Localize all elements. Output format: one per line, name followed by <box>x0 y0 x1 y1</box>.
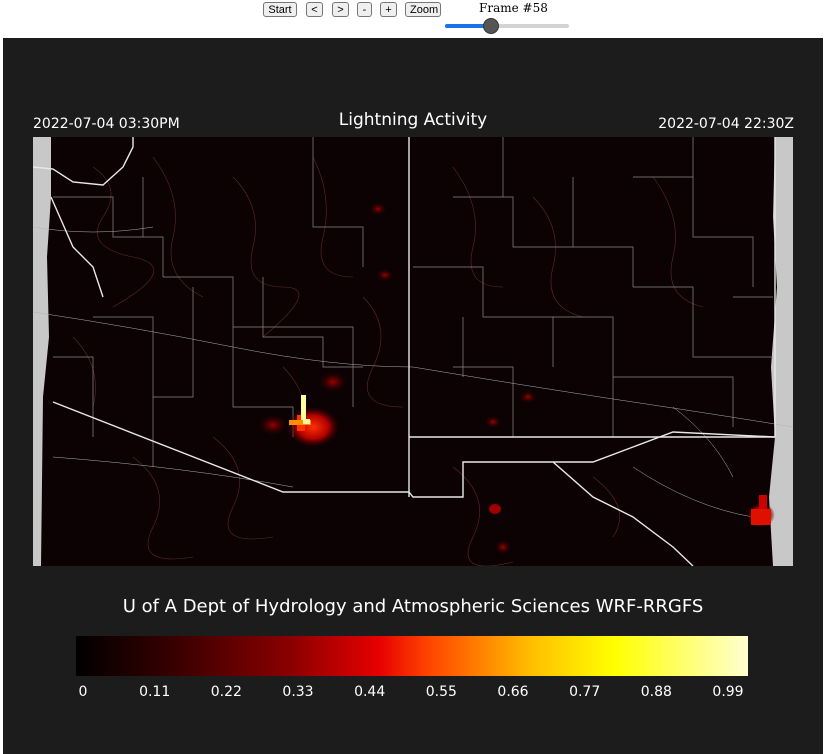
left-edge-mask <box>33 137 51 566</box>
colorbar <box>76 636 748 676</box>
colorbar-tick-label: 0.22 <box>210 684 242 700</box>
frame-label: Frame #58 <box>479 1 548 15</box>
colorbar-tick-label: 0.66 <box>497 684 529 700</box>
slider-thumb[interactable] <box>482 18 499 34</box>
forecast-figure: 2022-07-04 03:30PM Lightning Activity 20… <box>3 38 823 754</box>
map-graphic <box>33 137 793 566</box>
frame-slider[interactable] <box>443 18 571 34</box>
colorbar-tick-label: 0.88 <box>640 684 672 700</box>
right-edge-mask <box>769 137 793 566</box>
credit-line: U of A Dept of Hydrology and Atmospheric… <box>122 596 704 617</box>
lightning-map <box>33 137 793 566</box>
roads <box>33 226 793 518</box>
colorbar-tick-label: 0.77 <box>569 684 601 700</box>
utc-time-label: 2022-07-04 22:30Z <box>658 116 794 132</box>
faster-button[interactable]: + <box>380 2 397 17</box>
county-lines <box>53 137 773 467</box>
start-button[interactable]: Start <box>263 2 297 17</box>
colorbar-tick-label: 0.99 <box>712 684 744 700</box>
state-borders <box>33 137 776 566</box>
previous-frame-button[interactable]: < <box>306 2 323 17</box>
slower-button[interactable]: - <box>357 2 372 17</box>
animation-controls: Start < > - + Zoom Frame #58 <box>0 0 826 38</box>
next-frame-button[interactable]: > <box>332 2 349 17</box>
colorbar-tick-label: 0.33 <box>282 684 314 700</box>
zoom-button[interactable]: Zoom <box>405 2 441 17</box>
colorbar-tick-label: 0.11 <box>139 684 171 700</box>
colorbar-tick-label: 0 <box>78 684 88 700</box>
colorbar-tick-label: 0.44 <box>354 684 386 700</box>
colorbar-tick-label: 0.55 <box>425 684 457 700</box>
